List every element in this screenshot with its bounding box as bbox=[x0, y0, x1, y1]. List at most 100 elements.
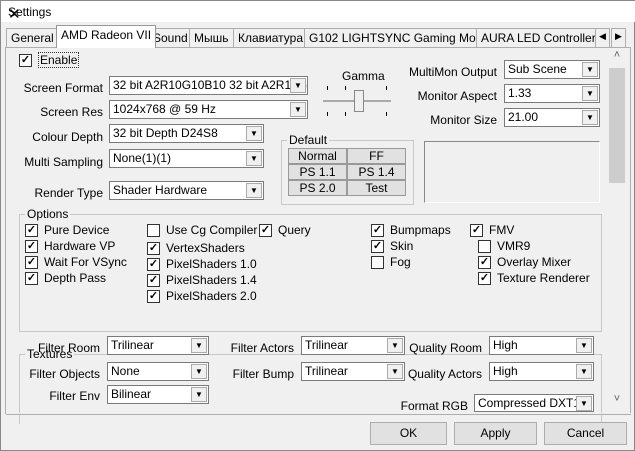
option-checkbox[interactable]: ✓ Skin bbox=[371, 239, 413, 253]
colour-depth-label: Colour Depth bbox=[32, 130, 103, 144]
close-icon[interactable]: ✕ bbox=[8, 5, 628, 23]
option-checkbox[interactable]: ✓ Texture Renderer bbox=[478, 271, 590, 285]
option-checkbox[interactable]: ✓ PixelShaders 1.4 bbox=[147, 273, 257, 287]
render-type-select[interactable]: Shader Hardware ▼ bbox=[109, 181, 264, 200]
option-checkbox[interactable]: ✓ Pure Device bbox=[25, 223, 109, 237]
tab-scroll-left-icon[interactable]: ◀ bbox=[595, 28, 610, 47]
option-label: Use Cg Compiler bbox=[166, 223, 258, 237]
scroll-up-icon[interactable]: ˄ bbox=[608, 49, 626, 66]
multi-sampling-select[interactable]: None(1)(1) ▼ bbox=[109, 149, 264, 168]
option-checkbox[interactable]: ✓ Overlay Mixer bbox=[478, 255, 571, 269]
option-checkbox[interactable]: ✓ VertexShaders bbox=[147, 241, 245, 255]
checkbox-box bbox=[147, 223, 160, 237]
format-rgb-label: Format RGB bbox=[400, 399, 468, 413]
screen-format-label: Screen Format bbox=[23, 81, 103, 95]
filter-env-label: Filter Env bbox=[49, 389, 100, 403]
option-checkbox[interactable]: Use Cg Compiler bbox=[147, 223, 257, 237]
screen-res-select[interactable]: 1024x768 @ 59 Hz ▼ bbox=[109, 100, 308, 119]
tab-keyboard[interactable]: Клавиатура bbox=[233, 28, 308, 47]
scrollbar-thumb[interactable] bbox=[609, 68, 625, 183]
option-label: Overlay Mixer bbox=[497, 255, 572, 269]
chevron-down-icon: ▼ bbox=[191, 338, 207, 353]
filter-room-label: Filter Room bbox=[37, 341, 100, 355]
default-ps11-button[interactable]: PS 1.1 bbox=[288, 164, 347, 180]
apply-button[interactable]: Apply bbox=[454, 422, 537, 445]
option-checkbox[interactable]: ✓ Query bbox=[259, 223, 311, 237]
tab-amd-radeon[interactable]: AMD Radeon VII bbox=[56, 25, 157, 48]
option-checkbox[interactable]: Fog bbox=[371, 255, 411, 269]
chevron-down-icon: ▼ bbox=[582, 86, 598, 101]
quality-actors-select[interactable]: High ▼ bbox=[489, 362, 594, 381]
vertical-scrollbar[interactable]: ˄ ˅ bbox=[608, 49, 626, 412]
multimon-output-select[interactable]: Sub Scene ▼ bbox=[504, 60, 600, 79]
checkbox-box: ✓ bbox=[259, 223, 272, 237]
colour-depth-select[interactable]: 32 bit Depth D24S8 ▼ bbox=[109, 124, 264, 143]
filter-objects-select[interactable]: None ▼ bbox=[107, 362, 209, 381]
option-checkbox[interactable]: ✓ PixelShaders 2.0 bbox=[147, 289, 257, 303]
monitor-size-select[interactable]: 21.00 ▼ bbox=[504, 108, 600, 127]
option-checkbox[interactable]: ✓ Bumpmaps bbox=[371, 223, 451, 237]
monitor-aspect-select[interactable]: 1.33 ▼ bbox=[504, 84, 600, 103]
default-ff-button[interactable]: FF bbox=[347, 148, 406, 164]
option-label: Depth Pass bbox=[44, 271, 107, 285]
option-label: FMV bbox=[489, 223, 515, 237]
tab-scroll-right-icon[interactable]: ▶ bbox=[611, 28, 626, 47]
checkbox-box: ✓ bbox=[25, 239, 38, 253]
enable-checkbox[interactable]: ✓ Enable bbox=[19, 52, 80, 68]
option-label: PixelShaders 1.0 bbox=[166, 257, 257, 271]
chevron-down-icon: ▼ bbox=[582, 110, 598, 125]
tab-aura[interactable]: AURA LED Controller bbox=[476, 28, 601, 47]
option-checkbox[interactable]: ✓ Depth Pass bbox=[25, 271, 106, 285]
option-label: Pure Device bbox=[44, 223, 110, 237]
screen-format-select[interactable]: 32 bit A2R10G10B10 32 bit A2R10G1 ▼ bbox=[109, 76, 308, 95]
option-checkbox[interactable]: ✓ Hardware VP bbox=[25, 239, 115, 253]
checkbox-box bbox=[478, 239, 491, 253]
render-type-label: Render Type bbox=[34, 186, 104, 200]
checkbox-box: ✓ bbox=[371, 239, 384, 253]
option-checkbox[interactable]: ✓ PixelShaders 1.0 bbox=[147, 257, 257, 271]
multimon-output-label: MultiMon Output bbox=[408, 65, 497, 79]
cancel-button[interactable]: Cancel bbox=[544, 422, 627, 445]
gamma-slider[interactable] bbox=[323, 86, 391, 116]
default-test-button[interactable]: Test bbox=[347, 180, 406, 196]
default-ps14-button[interactable]: PS 1.4 bbox=[347, 164, 406, 180]
filter-room-select[interactable]: Trilinear ▼ bbox=[107, 336, 209, 355]
tab-general[interactable]: General bbox=[6, 28, 59, 47]
chevron-down-icon: ▼ bbox=[290, 78, 306, 93]
chevron-down-icon: ▼ bbox=[191, 364, 207, 379]
quality-room-label: Quality Room bbox=[409, 341, 482, 355]
option-label: Query bbox=[278, 223, 311, 237]
tab-g102[interactable]: G102 LIGHTSYNC Gaming Mouse bbox=[304, 28, 501, 47]
quality-room-select[interactable]: High ▼ bbox=[489, 336, 594, 355]
default-normal-button[interactable]: Normal bbox=[288, 148, 347, 164]
quality-actors-label: Quality Actors bbox=[407, 367, 482, 381]
option-checkbox[interactable]: ✓ FMV bbox=[470, 223, 514, 237]
checkbox-box: ✓ bbox=[19, 53, 32, 67]
monitor-aspect-label: Monitor Aspect bbox=[417, 89, 497, 103]
filter-env-select[interactable]: Bilinear ▼ bbox=[107, 385, 209, 404]
slider-thumb[interactable] bbox=[354, 90, 364, 112]
checkbox-box: ✓ bbox=[147, 289, 160, 303]
checkbox-box: ✓ bbox=[478, 271, 491, 285]
chevron-down-icon: ▼ bbox=[246, 183, 262, 198]
option-checkbox[interactable]: VMR9 bbox=[478, 239, 530, 253]
checkbox-box: ✓ bbox=[25, 255, 38, 269]
filter-bump-select[interactable]: Trilinear ▼ bbox=[301, 362, 405, 381]
tab-mouse[interactable]: Мышь bbox=[189, 28, 234, 47]
default-ps20-button[interactable]: PS 2.0 bbox=[288, 180, 347, 196]
checkbox-box: ✓ bbox=[147, 257, 160, 271]
chevron-down-icon: ▼ bbox=[246, 126, 262, 141]
filter-actors-label: Filter Actors bbox=[230, 341, 294, 355]
chevron-down-icon: ▼ bbox=[387, 338, 403, 353]
chevron-down-icon: ▼ bbox=[387, 364, 403, 379]
option-checkbox[interactable]: ✓ Wait For VSync bbox=[25, 255, 127, 269]
monitor-size-label: Monitor Size bbox=[430, 113, 497, 127]
ok-button[interactable]: OK bbox=[370, 422, 447, 445]
scroll-down-icon[interactable]: ˅ bbox=[608, 393, 626, 410]
checkbox-box: ✓ bbox=[25, 223, 38, 237]
chevron-down-icon: ▼ bbox=[582, 62, 598, 77]
checkbox-box: ✓ bbox=[147, 273, 160, 287]
format-rgb-select[interactable]: Compressed DXT1 ▼ bbox=[474, 394, 594, 412]
filter-bump-label: Filter Bump bbox=[232, 367, 294, 381]
filter-actors-select[interactable]: Trilinear ▼ bbox=[301, 336, 405, 355]
